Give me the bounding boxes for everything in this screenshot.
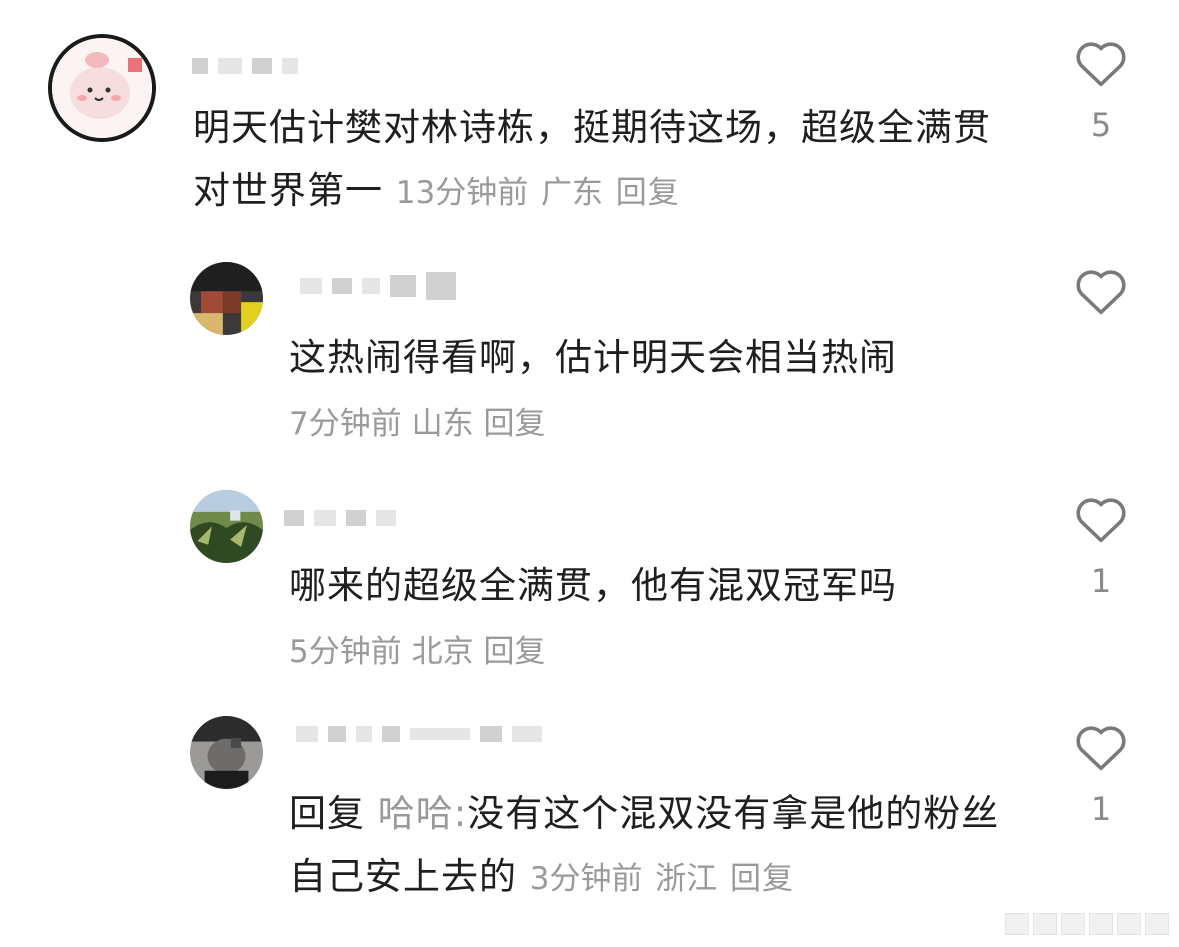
username-redacted[interactable] — [192, 58, 298, 74]
like-button[interactable] — [1071, 494, 1131, 544]
reply-button[interactable]: 回复 — [616, 175, 680, 211]
avatar-image — [190, 262, 263, 335]
avatar[interactable] — [190, 716, 263, 789]
comment-body: 回复 哈哈:没有这个混双没有拿是他的粉丝自己安上去的 3分钟前 浙江 回复 — [289, 792, 1000, 898]
comment-location: 浙江 — [655, 861, 718, 897]
avatar[interactable] — [190, 490, 263, 563]
avatar-image — [52, 38, 152, 138]
comment-time: 5分钟前 — [289, 634, 402, 670]
heart-outline-icon — [1076, 726, 1126, 771]
comment-time: 3分钟前 — [529, 861, 643, 897]
comment-time: 7分钟前 — [289, 406, 402, 442]
comment-body: 明天估计樊对林诗栋，挺期待这场，超级全满贯对世界第一 13分钟前 广东 回复 — [193, 106, 991, 212]
watermark-redacted — [1005, 913, 1169, 935]
comment-body: 这热闹得看啊，估计明天会相当热闹 — [289, 336, 897, 379]
comment-meta: 7分钟前 山东 回复 — [289, 404, 545, 444]
comment-location: 北京 — [411, 634, 474, 670]
avatar-image — [190, 490, 263, 563]
comment-body: 哪来的超级全满贯，他有混双冠军吗 — [289, 564, 897, 607]
avatar[interactable] — [190, 262, 263, 335]
heart-outline-icon — [1076, 42, 1126, 87]
reply-button[interactable]: 回复 — [730, 861, 794, 897]
username-redacted[interactable] — [296, 726, 542, 742]
reply-button[interactable]: 回复 — [483, 406, 545, 442]
heart-outline-icon — [1076, 498, 1126, 543]
reply-to-user[interactable]: 哈哈: — [378, 792, 467, 835]
heart-outline-icon — [1076, 270, 1126, 315]
like-button[interactable] — [1071, 722, 1131, 772]
like-button[interactable] — [1071, 38, 1131, 88]
reply-button[interactable]: 回复 — [483, 634, 545, 670]
reply-prefix: 回复 — [289, 792, 365, 835]
like-count: 1 — [1090, 790, 1112, 828]
comment-time: 13分钟前 — [395, 175, 529, 211]
like-button[interactable] — [1071, 266, 1131, 316]
avatar-image — [190, 716, 263, 789]
like-count: 1 — [1090, 562, 1112, 600]
username-redacted[interactable] — [300, 272, 456, 300]
comment-location: 山东 — [411, 406, 474, 442]
comment-location: 广东 — [540, 175, 603, 211]
comment-meta: 5分钟前 北京 回复 — [289, 632, 545, 672]
username-redacted[interactable] — [284, 510, 396, 526]
like-count: 5 — [1090, 106, 1112, 144]
avatar[interactable] — [48, 34, 156, 142]
